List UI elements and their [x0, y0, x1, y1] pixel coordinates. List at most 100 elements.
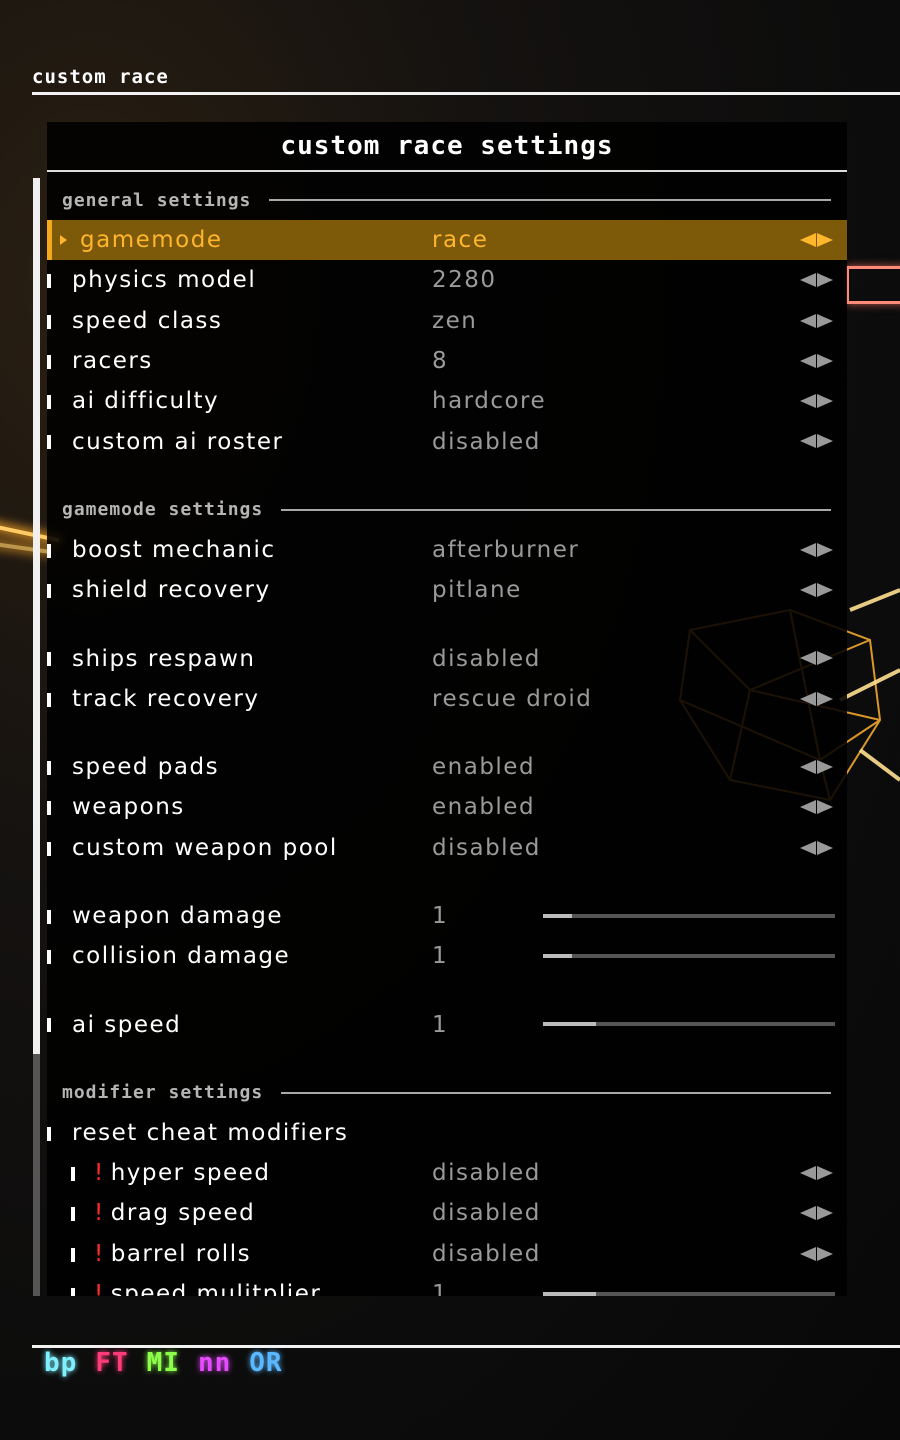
- setting-row-hyper-speed[interactable]: ! hyper speed disabled: [47, 1153, 847, 1193]
- row-marker: [47, 760, 51, 775]
- arrow-left-icon[interactable]: [800, 759, 816, 774]
- setting-label: custom ai roster: [72, 428, 284, 455]
- arrow-right-icon[interactable]: [817, 840, 833, 855]
- arrow-left-icon[interactable]: [800, 542, 816, 557]
- arrow-left-icon[interactable]: [800, 394, 816, 409]
- value-selector[interactable]: [800, 542, 833, 557]
- setting-row-ai-difficulty[interactable]: ai difficulty hardcore: [47, 381, 847, 421]
- slider-fill: [543, 1291, 596, 1296]
- header-divider: [32, 92, 900, 95]
- section-label: modifier settings: [62, 1082, 264, 1104]
- arrow-right-icon[interactable]: [817, 434, 833, 449]
- value-selector[interactable]: [800, 651, 833, 666]
- value-selector[interactable]: [800, 1166, 833, 1181]
- slider-fill: [543, 1022, 596, 1027]
- value-slider[interactable]: [543, 913, 835, 918]
- value-selector[interactable]: [800, 434, 833, 449]
- value-slider[interactable]: [543, 1291, 835, 1296]
- arrow-right-icon[interactable]: [817, 313, 833, 328]
- arrow-right-icon[interactable]: [817, 1206, 833, 1221]
- value-selector[interactable]: [800, 353, 833, 368]
- value-selector[interactable]: [800, 394, 833, 409]
- value-selector[interactable]: [800, 800, 833, 815]
- arrow-right-icon[interactable]: [817, 394, 833, 409]
- arrow-left-icon[interactable]: [800, 1206, 816, 1221]
- value-slider[interactable]: [543, 954, 835, 959]
- arrow-left-icon[interactable]: [800, 1166, 816, 1181]
- row-marker: [47, 652, 51, 667]
- setting-row-custom-weapon-pool[interactable]: custom weapon pool disabled: [47, 828, 847, 868]
- setting-value: 1: [432, 943, 449, 970]
- section-divider: [269, 199, 831, 201]
- team-logo-bp: bp: [44, 1348, 78, 1378]
- arrow-left-icon[interactable]: [800, 583, 816, 598]
- value-selector[interactable]: [800, 273, 833, 288]
- value-selector[interactable]: [800, 691, 833, 706]
- setting-row-weapon-damage[interactable]: weapon damage 1: [47, 896, 847, 936]
- scrollbar-thumb[interactable]: [33, 178, 40, 1054]
- value-selector[interactable]: [800, 1206, 833, 1221]
- arrow-left-icon[interactable]: [800, 233, 816, 247]
- setting-row-custom-ai-roster[interactable]: custom ai roster disabled: [47, 421, 847, 461]
- arrow-left-icon[interactable]: [800, 353, 816, 368]
- value-selector[interactable]: [800, 840, 833, 855]
- arrow-right-icon[interactable]: [817, 353, 833, 368]
- scrollbar[interactable]: [33, 178, 40, 1296]
- setting-label: collision damage: [72, 943, 291, 970]
- arrow-right-icon[interactable]: [817, 542, 833, 557]
- value-selector[interactable]: [800, 233, 833, 247]
- setting-row-speed-pads[interactable]: speed pads enabled: [47, 747, 847, 787]
- setting-row-gamemode[interactable]: gamemode race: [47, 220, 847, 261]
- setting-label: ! hyper speed: [94, 1160, 270, 1186]
- setting-row-barrel-rolls[interactable]: ! barrel rolls disabled: [47, 1234, 847, 1274]
- arrow-right-icon[interactable]: [817, 583, 833, 598]
- value-selector[interactable]: [800, 1246, 833, 1261]
- setting-row-track-recovery[interactable]: track recovery rescue droid: [47, 679, 847, 719]
- setting-row-ships-respawn[interactable]: ships respawn disabled: [47, 638, 847, 678]
- arrow-right-icon[interactable]: [817, 273, 833, 288]
- setting-row-drag-speed[interactable]: ! drag speed disabled: [47, 1193, 847, 1233]
- arrow-right-icon[interactable]: [817, 691, 833, 706]
- setting-row-physics-model[interactable]: physics model 2280: [47, 260, 847, 300]
- setting-row-ai-speed[interactable]: ai speed 1: [47, 1004, 847, 1044]
- arrow-left-icon[interactable]: [800, 273, 816, 288]
- setting-row-racers[interactable]: racers 8: [47, 341, 847, 381]
- row-marker: [47, 801, 51, 816]
- arrow-left-icon[interactable]: [800, 313, 816, 328]
- value-selector[interactable]: [800, 759, 833, 774]
- setting-label: ! speed mulitplier: [94, 1281, 321, 1296]
- setting-row-collision-damage[interactable]: collision damage 1: [47, 936, 847, 976]
- arrow-right-icon[interactable]: [817, 800, 833, 815]
- arrow-left-icon[interactable]: [800, 800, 816, 815]
- arrow-left-icon[interactable]: [800, 840, 816, 855]
- setting-row-shield-recovery[interactable]: shield recovery pitlane: [47, 570, 847, 610]
- setting-label: ! drag speed: [94, 1200, 255, 1226]
- arrow-right-icon[interactable]: [817, 1246, 833, 1261]
- value-slider[interactable]: [543, 1022, 835, 1027]
- setting-row-speed-class[interactable]: speed class zen: [47, 301, 847, 341]
- settings-list: general settings gamemode race physics m…: [47, 180, 847, 1296]
- arrow-right-icon[interactable]: [817, 651, 833, 666]
- setting-value: 1: [432, 1011, 449, 1038]
- section-header-gamemode: gamemode settings: [47, 490, 847, 530]
- row-marker: [71, 1287, 75, 1296]
- arrow-right-icon[interactable]: [817, 1166, 833, 1181]
- reset-cheat-modifiers-button[interactable]: reset cheat modifiers: [47, 1113, 847, 1153]
- arrow-right-icon[interactable]: [817, 759, 833, 774]
- setting-row-weapons[interactable]: weapons enabled: [47, 787, 847, 827]
- arrow-left-icon[interactable]: [800, 434, 816, 449]
- arrow-left-icon[interactable]: [800, 691, 816, 706]
- section-header-modifier: modifier settings: [47, 1073, 847, 1113]
- setting-value: 2280: [432, 267, 497, 294]
- setting-label: ai speed: [72, 1011, 182, 1038]
- team-logo-nn: nn: [197, 1348, 232, 1378]
- arrow-left-icon[interactable]: [800, 1246, 816, 1261]
- setting-row-speed-multiplier[interactable]: ! speed mulitplier 1: [47, 1274, 847, 1296]
- value-selector[interactable]: [800, 583, 833, 598]
- arrow-left-icon[interactable]: [800, 651, 816, 666]
- settings-panel: custom race settings general settings ga…: [47, 122, 847, 1296]
- value-selector[interactable]: [800, 313, 833, 328]
- arrow-right-icon[interactable]: [817, 233, 833, 247]
- setting-row-boost-mechanic[interactable]: boost mechanic afterburner: [47, 530, 847, 570]
